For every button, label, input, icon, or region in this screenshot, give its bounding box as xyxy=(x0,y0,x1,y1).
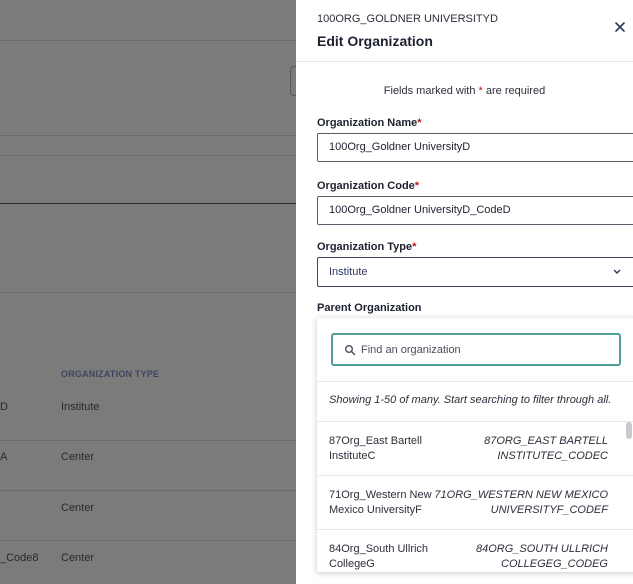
table-cell-type: Center xyxy=(61,451,95,463)
table-cell-code: _Code8 xyxy=(0,552,39,564)
divider xyxy=(0,540,296,541)
parent-organization-dropdown: Showing 1-50 of many. Start searching to… xyxy=(317,318,633,572)
divider xyxy=(0,490,296,491)
organization-name-label: Organization Name* xyxy=(317,117,422,129)
search-icon xyxy=(344,343,356,356)
chevron-down-icon xyxy=(612,258,622,298)
required-star: * xyxy=(414,180,420,192)
parent-organization-label: Parent Organization xyxy=(317,302,422,314)
table-cell-type: Institute xyxy=(61,401,100,413)
organization-name-input[interactable]: 100Org_Goldner UniversityD xyxy=(317,133,633,162)
drawer-header: 100ORG_GOLDNER UNIVERSITYD Edit Organiza… xyxy=(296,0,633,62)
divider xyxy=(0,40,296,41)
required-note-text: Fields marked with xyxy=(383,85,479,97)
divider xyxy=(0,135,296,136)
organization-code: 84ORG_SOUTH ULLRICH COLLEGEG_CODEG xyxy=(475,543,608,570)
divider xyxy=(317,381,633,382)
column-header-organization-type: ORGANIZATION TYPE xyxy=(61,369,160,379)
organization-code: 71ORG_WESTERN NEW MEXICO UNIVERSITYF_COD… xyxy=(434,489,608,516)
edit-organization-drawer: 100ORG_GOLDNER UNIVERSITYD Edit Organiza… xyxy=(296,0,633,584)
divider xyxy=(0,440,296,441)
list-item[interactable]: 71Org_Western New Mexico UniversityF 71O… xyxy=(317,476,633,530)
organization-type-label: Organization Type* xyxy=(317,241,416,253)
search-box[interactable] xyxy=(331,333,621,366)
table-cell-code: D xyxy=(0,401,8,413)
divider xyxy=(0,292,296,293)
required-fields-note: Fields marked with * are required xyxy=(296,85,633,97)
results-count-text: Showing 1-50 of many. Start searching to… xyxy=(329,394,612,406)
table-cell-type: Center xyxy=(61,552,95,564)
organization-code: 87ORG_EAST BARTELL INSTITUTEC_CODEC xyxy=(484,435,608,462)
list-item[interactable]: 87Org_East Bartell InstituteC 87ORG_EAST… xyxy=(317,422,633,476)
divider xyxy=(0,203,296,204)
organization-type-select[interactable]: Institute xyxy=(317,257,633,287)
organization-code-input[interactable]: 100Org_Goldner UniversityD_CodeD xyxy=(317,196,633,225)
organization-search-input[interactable] xyxy=(361,335,616,364)
background-page: ORGANIZATION TYPE D Institute A Center C… xyxy=(0,0,302,584)
label-text: Organization Type xyxy=(317,241,413,253)
organization-code-label: Organization Code* xyxy=(317,180,419,192)
list-item[interactable]: 84Org_South Ullrich CollegeG 84ORG_SOUTH… xyxy=(317,530,633,572)
table-cell-code: A xyxy=(0,451,8,463)
required-star: * xyxy=(417,117,422,129)
divider xyxy=(0,155,296,156)
required-star: * xyxy=(412,241,417,253)
table-cell-type: Center xyxy=(61,502,95,514)
organization-subtitle: 100ORG_GOLDNER UNIVERSITYD xyxy=(317,13,498,25)
close-icon[interactable] xyxy=(612,19,628,35)
required-note-text: are required xyxy=(482,85,546,97)
drawer-title: Edit Organization xyxy=(317,33,433,49)
label-text: Organization Code xyxy=(317,180,415,192)
label-text: Organization Name xyxy=(317,117,418,129)
organization-type-value: Institute xyxy=(329,266,368,278)
